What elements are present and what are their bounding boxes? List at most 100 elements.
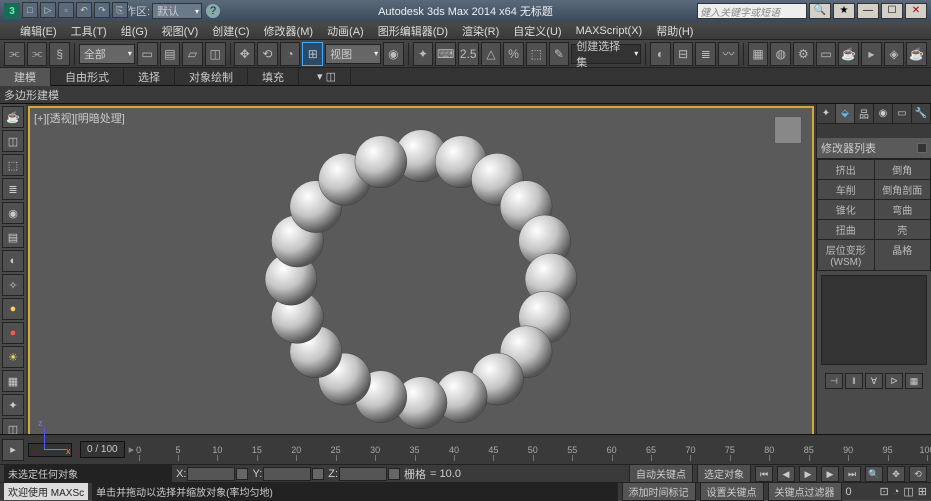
lt-teapot-icon[interactable]: ☕ [2,106,24,128]
viewcube[interactable] [774,116,802,144]
tab-modify-icon[interactable]: ⬙ [836,104,855,123]
tab-hierarchy-icon[interactable]: 品 [855,104,874,123]
menu-create[interactable]: 创建(C) [212,23,249,39]
layer-button[interactable]: ≣ [695,42,716,66]
tab-motion-icon[interactable]: ◉ [874,104,893,123]
viewport-perspective[interactable]: [+][透视][明暗处理] z x [28,106,814,466]
tab-utilities-icon[interactable]: 🔧 [912,104,931,123]
move-button[interactable]: ✥ [234,42,255,66]
named-selection-select[interactable]: 创建选择集 [571,44,641,64]
lt-layers-icon[interactable]: ≣ [2,178,24,200]
reference-coord-button[interactable]: ⊞ [302,42,323,66]
stack-show-button[interactable]: ‖ [845,373,863,389]
manipulate-button[interactable]: ✦ [413,42,434,66]
spinner-snap-button[interactable]: ⬚ [526,42,547,66]
tab-freeform[interactable]: 自由形式 [51,68,124,86]
bind-button[interactable]: § [49,42,70,66]
nav-pan-button[interactable]: ✥ [887,466,905,482]
tab-modeling[interactable]: 建模 [0,68,51,86]
menu-animation[interactable]: 动画(A) [327,23,364,39]
tab-selection[interactable]: 选择 [124,68,175,86]
autokey-button[interactable]: 自动关键点 [629,464,693,483]
z-lock-icon[interactable] [388,468,400,480]
stack-config-button[interactable]: ▦ [905,373,923,389]
object-name-field[interactable] [817,124,931,138]
close-button[interactable]: ✕ [905,3,927,19]
ribbon-expand-button[interactable]: ▾ ◫ [303,68,351,86]
app-logo-icon[interactable]: 3 [4,3,20,19]
render-iterative-button[interactable]: ◈ [884,42,905,66]
favorite-button[interactable]: ★ [833,3,855,19]
goto-start-button[interactable]: ⏮ [755,466,773,482]
menu-view[interactable]: 视图(V) [162,23,199,39]
qat-undo-button[interactable]: ↶ [76,2,92,18]
mod-taper[interactable]: 锥化 [818,200,874,219]
mod-wsm[interactable]: 层位变形 (WSM) [818,240,874,270]
workspace-select[interactable]: 默认 [152,3,202,19]
next-frame-button[interactable]: ▶ [821,466,839,482]
y-lock-icon[interactable] [312,468,324,480]
timeline-toggle-button[interactable]: ▸ [2,439,24,461]
selected-object-button[interactable]: 选定对象 [697,464,751,483]
scale-button[interactable]: ◔ [280,42,301,66]
lt-render-icon[interactable]: ▦ [2,370,24,392]
material-editor-button[interactable]: ◍ [770,42,791,66]
select-name-button[interactable]: ▤ [160,42,181,66]
unlink-button[interactable]: ⫘ [27,42,48,66]
render-setup-button[interactable]: ⚙ [793,42,814,66]
edit-named-sel-button[interactable]: ✎ [549,42,570,66]
percent-snap-button[interactable]: % [503,42,524,66]
tab-create-icon[interactable]: ✦ [817,104,836,123]
menu-graph[interactable]: 图形编辑器(D) [378,23,448,39]
prev-frame-button[interactable]: ◀ [777,466,795,482]
mod-bevel[interactable]: 倒角 [875,160,931,179]
align-button[interactable]: ⊟ [673,42,694,66]
window-crossing-button[interactable]: ◫ [205,42,226,66]
lt-pin-icon[interactable]: ✧ [2,274,24,296]
render-production-button[interactable]: ▸ [861,42,882,66]
search-input[interactable]: 健入关键字或短语 [697,3,807,19]
modifier-stack[interactable] [821,275,927,365]
lt-fx-icon[interactable]: ✦ [2,394,24,416]
mod-bend[interactable]: 弯曲 [875,200,931,219]
mirror-button[interactable]: ◐ [650,42,671,66]
render-button[interactable]: ☕ [838,42,859,66]
link-button[interactable]: ⫘ [4,42,25,66]
lt-light2-icon[interactable]: ● [2,322,24,344]
qat-redo-button[interactable]: ↷ [94,2,110,18]
set-key-button[interactable]: 设置关键点 [700,482,764,501]
nav-max-button[interactable]: ◫ [903,485,913,498]
angle-snap-button[interactable]: △ [481,42,502,66]
mod-lathe[interactable]: 车削 [818,180,874,199]
time-ruler[interactable]: 0510152025303540455055606570758085909510… [139,439,927,461]
rotate-button[interactable]: ⟲ [257,42,278,66]
search-go-button[interactable]: 🔍 [809,3,831,19]
listener-label[interactable]: 欢迎使用 MAXSc [4,483,88,500]
tab-object-paint[interactable]: 对象绘制 [175,68,248,86]
select-region-button[interactable]: ▱ [182,42,203,66]
quick-render-button[interactable]: ☕ [906,42,927,66]
goto-end-button[interactable]: ⏭ [843,466,861,482]
lt-light-icon[interactable]: ● [2,298,24,320]
modifier-list-header[interactable]: 修改器列表 [817,138,931,159]
mod-shell[interactable]: 壳 [875,220,931,239]
viewport-label[interactable]: [+][透视][明暗处理] [34,110,125,126]
lt-sun-icon[interactable]: ☀ [2,346,24,368]
mod-twist[interactable]: 扭曲 [818,220,874,239]
maximize-button[interactable]: ☐ [881,3,903,19]
nav-zoom-ext-button[interactable]: ⊡ [880,485,889,498]
help-icon[interactable]: ? [206,4,220,18]
keyboard-shortcut-button[interactable]: ⌨ [435,42,456,66]
lt-isolate-icon[interactable]: ◫ [2,130,24,152]
qat-new-button[interactable]: □ [22,2,38,18]
selection-filter-select[interactable]: 全部 [79,44,135,64]
nav-min-button[interactable]: ⊞ [918,485,927,498]
reference-coord-select[interactable]: 视图 [325,44,381,64]
menu-custom[interactable]: 自定义(U) [513,23,561,39]
menu-group[interactable]: 组(G) [121,23,148,39]
lt-solid-icon[interactable]: ◉ [2,202,24,224]
key-filter-button[interactable]: 关键点过滤器 [768,482,842,501]
menu-render[interactable]: 渲染(R) [462,23,499,39]
menu-edit[interactable]: 编辑(E) [20,23,57,39]
snap-toggle-button[interactable]: 2.5 [458,42,479,66]
